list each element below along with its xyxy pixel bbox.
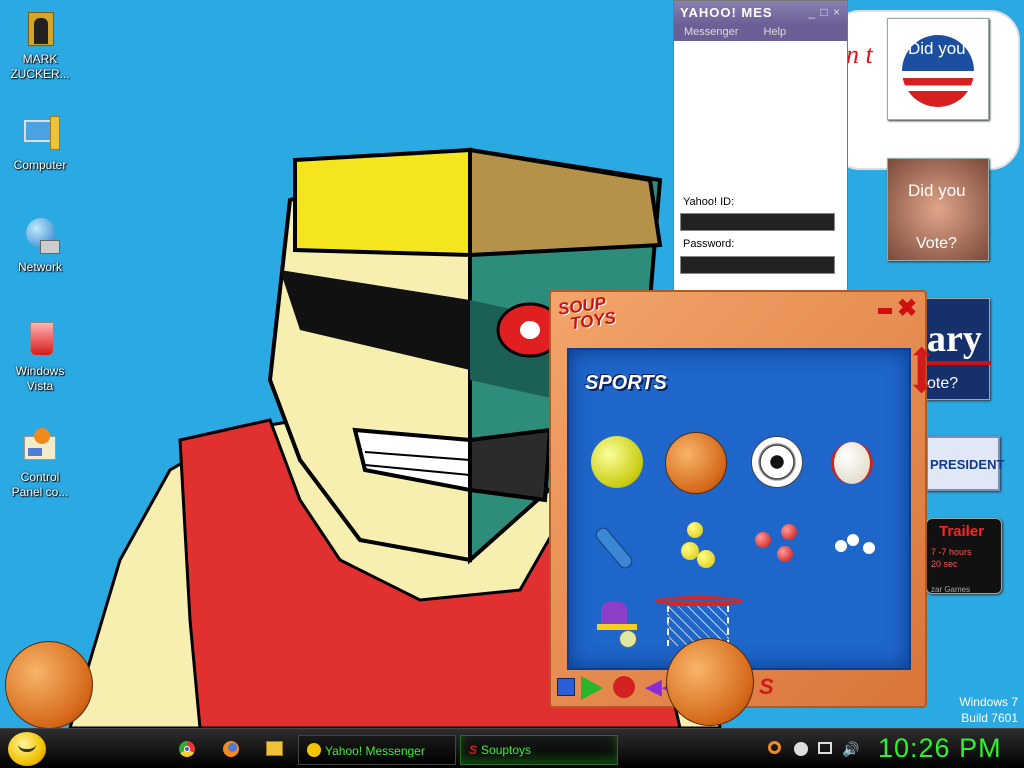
record-icon[interactable]	[613, 676, 635, 698]
desktop-icon-label: Network	[17, 260, 62, 274]
basketball-icon[interactable]	[665, 432, 727, 494]
yahoo-id-input[interactable]	[680, 213, 835, 231]
obama-card[interactable]: Did you	[887, 18, 989, 120]
souptoys-window[interactable]: SOUP TOYS ✖ ⬆ ⬇ SPORTS ◀◀ S	[549, 290, 934, 708]
menu-help[interactable]: Help	[763, 26, 786, 38]
desktop-icon-label: Control Panel co...	[11, 470, 69, 499]
minus-circle-icon[interactable]	[794, 742, 808, 756]
close-button[interactable]: ✖	[897, 294, 917, 323]
network-tray-icon[interactable]	[818, 742, 832, 754]
card-text: Vote?	[916, 235, 957, 252]
desktop-icon-label: Computer	[13, 158, 67, 172]
task-label: Souptoys	[481, 743, 532, 757]
desktop: MARK ZUCKER... Computer Network Windows …	[0, 0, 1024, 728]
blue-toolbox-icon[interactable]	[557, 678, 575, 696]
desktop-icon-mark-zuckerberg[interactable]: MARK ZUCKER...	[0, 8, 80, 82]
password-label: Password:	[683, 238, 735, 250]
trailer-card[interactable]: Trailer 7 -7 hours 20 sec zar Games	[926, 518, 1002, 594]
menu-messenger[interactable]: Messenger	[684, 26, 738, 38]
computer-icon	[20, 114, 60, 154]
souptoys-logo: SOUP TOYS	[556, 293, 618, 334]
search-icon[interactable]	[768, 741, 781, 754]
red-ball-icon[interactable]	[777, 546, 793, 562]
souptoys-s-icon[interactable]: S	[759, 676, 777, 698]
firefox-icon[interactable]	[223, 741, 239, 757]
control-panel-icon	[20, 426, 60, 466]
recycle-bin-icon	[20, 320, 60, 360]
section-title: SPORTS	[585, 372, 667, 394]
minimize-button[interactable]	[878, 308, 892, 314]
toys-panel: SPORTS	[567, 348, 911, 670]
windows-version: Windows 7	[959, 695, 1018, 709]
desktop-icon-label: Windows Vista	[15, 364, 65, 393]
souptoys-s-icon: S	[469, 743, 478, 757]
task-label: Yahoo! Messenger	[325, 744, 425, 758]
desktop-icon-control-panel[interactable]: Control Panel co...	[0, 426, 80, 500]
window-controls[interactable]: _ □ ×	[808, 5, 841, 19]
hillary-card[interactable]: ary ote?	[926, 298, 991, 400]
explorer-folder-icon[interactable]	[266, 741, 283, 756]
taskbar-yahoo-messenger[interactable]: Yahoo! Messenger	[298, 735, 456, 765]
red-ball-icon[interactable]	[781, 524, 797, 540]
white-ball-icon[interactable]	[863, 542, 875, 554]
card-text: 7 -7 hours	[931, 547, 972, 557]
yahoo-title-bar[interactable]: YAHOO! MES _ □ ×	[674, 1, 847, 25]
card-text: Did you	[908, 39, 966, 58]
chrome-icon[interactable]	[179, 741, 195, 757]
taskbar-souptoys[interactable]: S Souptoys	[460, 735, 618, 765]
windows-version-watermark: Windows 7 Build 7601	[959, 694, 1018, 726]
roller-skate-icon[interactable]	[597, 602, 637, 648]
desktop-icon-network[interactable]: Network	[0, 216, 80, 275]
yahoo-id-label: Yahoo! ID:	[683, 196, 735, 208]
yellow-ball-icon[interactable]	[687, 522, 703, 538]
white-ball-icon[interactable]	[847, 534, 859, 546]
folder-person-icon	[20, 8, 60, 48]
network-globe-icon	[20, 216, 60, 256]
white-ball-icon[interactable]	[835, 540, 847, 552]
desktop-icon-computer[interactable]: Computer	[0, 114, 80, 173]
taskbar: Yahoo! Messenger S Souptoys 🔊 10:26 PM	[0, 728, 1024, 768]
card-text: zar Games	[931, 585, 971, 594]
desktop-icon-windows-vista[interactable]: Windows Vista	[0, 320, 80, 394]
bubble-text: n t	[846, 40, 873, 69]
yahoo-messenger-window[interactable]: YAHOO! MES _ □ × Messenger Help Yahoo! I…	[673, 0, 848, 292]
card-stripe	[927, 361, 991, 365]
card-text: Did you	[908, 181, 966, 200]
mccain-card[interactable]: Did you Vote?	[887, 158, 989, 261]
card-text: Trailer	[939, 523, 985, 540]
play-icon[interactable]	[581, 676, 603, 700]
soccer-ball-icon[interactable]	[751, 436, 803, 488]
yahoo-title: YAHOO! MES	[680, 5, 773, 20]
basketball-toy-icon[interactable]	[5, 641, 93, 728]
desktop-icon-label: MARK ZUCKER...	[10, 52, 70, 81]
build-number: Build 7601	[961, 711, 1018, 725]
smiley-face-icon	[18, 744, 36, 752]
card-text: PRESIDENT	[930, 457, 1005, 472]
card-text: 20 sec	[931, 559, 958, 569]
resize-arrow-icon[interactable]: ⬆ ⬇	[909, 346, 934, 398]
clock[interactable]: 10:26 PM	[878, 733, 1002, 764]
tennis-ball-icon[interactable]	[591, 436, 643, 488]
volume-icon[interactable]: 🔊	[842, 741, 859, 758]
president-card[interactable]: PRESIDENT	[926, 436, 1004, 491]
rewind-icon[interactable]: ◀◀	[645, 676, 679, 698]
baseball-icon[interactable]	[831, 442, 873, 484]
start-button[interactable]	[8, 732, 46, 766]
red-ball-icon[interactable]	[755, 532, 771, 548]
yellow-ball-icon[interactable]	[697, 550, 715, 568]
cricket-bat-icon[interactable]	[593, 525, 635, 571]
password-input[interactable]	[680, 256, 835, 274]
basketball-toy-icon[interactable]	[666, 638, 754, 726]
yahoo-menu-bar: Messenger Help	[674, 25, 847, 41]
yahoo-smiley-icon	[307, 743, 321, 757]
card-text: ary	[927, 318, 982, 360]
